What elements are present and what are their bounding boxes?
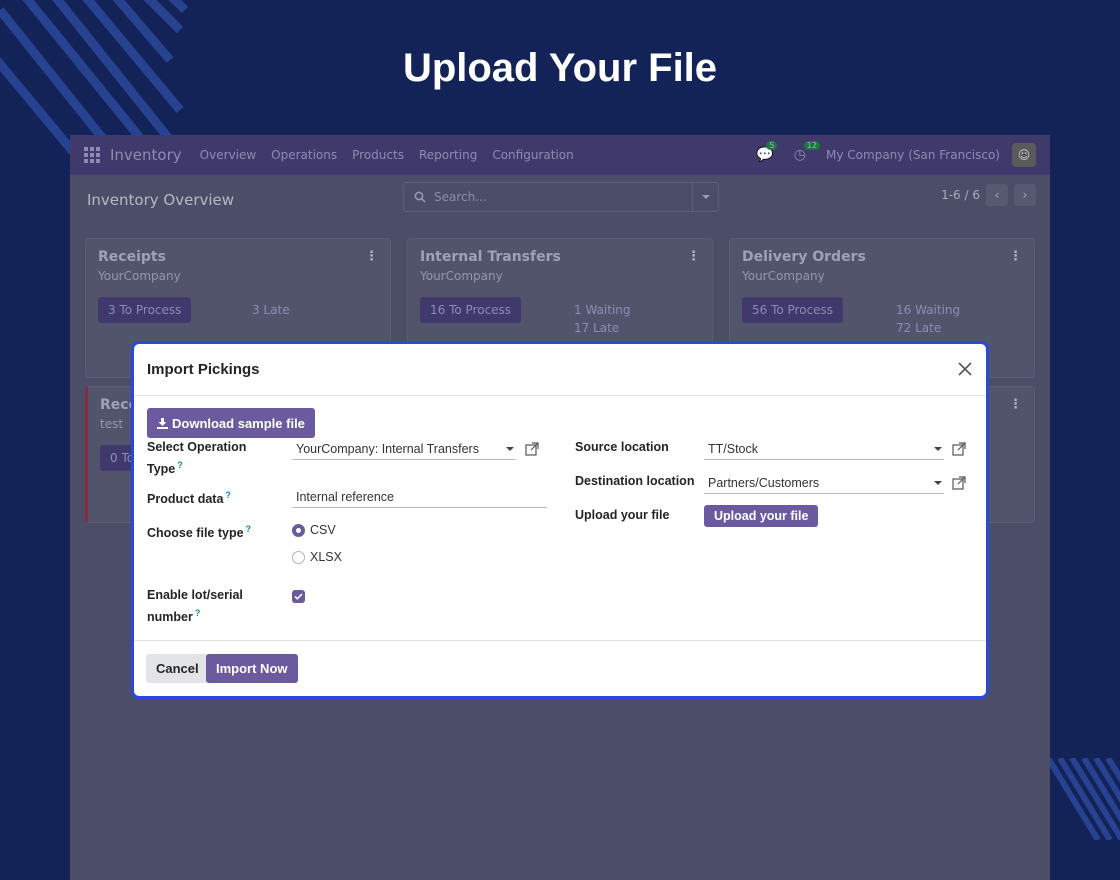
card-title[interactable]: Internal Transfers xyxy=(420,249,700,265)
card-subtitle: YourCompany xyxy=(742,269,825,283)
apps-grid-icon[interactable] xyxy=(84,147,100,163)
chevron-right-icon: › xyxy=(1022,188,1028,202)
card-title[interactable]: Delivery Orders xyxy=(742,249,1022,265)
upload-file-button[interactable]: Upload your file xyxy=(704,505,819,527)
messages-count: 5 xyxy=(766,141,778,150)
search-options-toggle[interactable] xyxy=(692,183,718,211)
upload-file-label: Upload your file xyxy=(575,508,670,522)
file-type-label: Choose file type? xyxy=(147,520,251,542)
activity-clock-icon[interactable]: ◷ 12 xyxy=(794,141,820,163)
destination-location-label: Destination location xyxy=(575,474,695,488)
caret-down-icon xyxy=(506,447,514,451)
pager-next-button[interactable]: › xyxy=(1014,184,1036,206)
operation-type-label: Select Operation Type? xyxy=(147,438,277,478)
pager-prev-button[interactable]: ‹ xyxy=(986,184,1008,206)
kebab-menu-icon[interactable]: ⋮ xyxy=(1009,249,1022,264)
nav-item-configuration[interactable]: Configuration xyxy=(492,148,573,162)
caret-down-icon xyxy=(701,195,710,199)
product-data-text: Product data xyxy=(147,492,224,507)
card-meta-1[interactable]: 16 Waiting xyxy=(896,301,960,319)
modal-footer: Cancel Import Now xyxy=(134,640,986,696)
lot-serial-text: Enable lot/serial number xyxy=(147,588,243,625)
card-subtitle: YourCompany xyxy=(98,269,181,283)
modal-title: Import Pickings xyxy=(147,361,260,378)
help-mark[interactable]: ? xyxy=(246,524,252,534)
external-link-icon[interactable] xyxy=(525,442,539,456)
checkmark-icon xyxy=(294,593,303,600)
import-pickings-dialog: Import Pickings Download sample file Sel… xyxy=(131,341,989,699)
nav-item-overview[interactable]: Overview xyxy=(200,148,257,162)
to-process-button[interactable]: 3 To Process xyxy=(98,297,192,323)
kebab-menu-icon[interactable]: ⋮ xyxy=(1009,397,1022,412)
modal-header: Import Pickings xyxy=(134,344,986,396)
radio-csv[interactable] xyxy=(292,524,305,537)
card-title[interactable]: Receipts xyxy=(98,249,378,265)
breadcrumb: Inventory Overview xyxy=(87,191,235,209)
operation-type-text: Select Operation Type xyxy=(147,440,247,477)
kebab-menu-icon[interactable]: ⋮ xyxy=(365,249,378,264)
search-input[interactable]: Search... xyxy=(403,182,719,212)
nav-item-products[interactable]: Products xyxy=(352,148,404,162)
card-subtitle: YourCompany xyxy=(420,269,503,283)
top-navbar: Inventory Overview Operations Products R… xyxy=(70,135,1050,175)
to-process-button[interactable]: 56 To Process xyxy=(742,297,844,323)
lot-serial-checkbox[interactable] xyxy=(292,590,305,603)
card-meta-1[interactable]: 3 Late xyxy=(252,301,290,319)
product-data-value: Internal reference xyxy=(296,490,394,504)
kebab-menu-icon[interactable]: ⋮ xyxy=(687,249,700,264)
hero-title: Upload Your File xyxy=(402,46,718,90)
card-meta-2[interactable]: 72 Late xyxy=(896,319,960,337)
lot-serial-label: Enable lot/serial number? xyxy=(147,586,262,626)
destination-location-value: Partners/Customers xyxy=(708,476,820,490)
to-process-button[interactable]: 16 To Process xyxy=(420,297,522,323)
help-mark[interactable]: ? xyxy=(225,490,231,500)
source-location-value: TT/Stock xyxy=(708,442,759,456)
help-mark[interactable]: ? xyxy=(177,460,183,470)
search-icon xyxy=(414,191,426,203)
nav-item-operations[interactable]: Operations xyxy=(271,148,337,162)
nav-item-reporting[interactable]: Reporting xyxy=(419,148,477,162)
card-meta: 3 Late xyxy=(252,301,290,319)
control-panel: Inventory Overview Search... 1-6 / 6 ‹ › xyxy=(70,175,1050,225)
cancel-button[interactable]: Cancel xyxy=(146,654,209,683)
messages-icon[interactable]: 💬 5 xyxy=(756,141,778,163)
pager: 1-6 / 6 ‹ › xyxy=(941,184,1036,206)
card-meta: 16 Waiting 72 Late xyxy=(896,301,960,337)
download-sample-label: Download sample file xyxy=(172,415,305,431)
download-sample-button[interactable]: Download sample file xyxy=(147,408,315,438)
company-switcher[interactable]: My Company (San Francisco) xyxy=(826,148,1000,162)
product-data-label: Product data? xyxy=(147,486,231,508)
radio-xlsx[interactable] xyxy=(292,551,305,564)
external-link-icon[interactable] xyxy=(952,442,966,456)
close-icon[interactable] xyxy=(956,360,974,378)
operation-type-select[interactable]: YourCompany: Internal Transfers xyxy=(292,440,516,460)
activities-count: 12 xyxy=(803,141,820,150)
card-meta-1[interactable]: 1 Waiting xyxy=(574,301,631,319)
search-placeholder: Search... xyxy=(434,190,487,204)
source-location-select[interactable]: TT/Stock xyxy=(704,440,944,460)
caret-down-icon xyxy=(934,481,942,485)
card-meta-2[interactable]: 17 Late xyxy=(574,319,631,337)
radio-csv-label[interactable]: CSV xyxy=(310,523,336,537)
avatar[interactable]: ☺ xyxy=(1012,143,1036,167)
file-type-text: Choose file type xyxy=(147,526,244,541)
source-location-label: Source location xyxy=(575,440,669,454)
nav-brand[interactable]: Inventory xyxy=(110,146,182,164)
external-link-icon[interactable] xyxy=(952,476,966,490)
download-icon xyxy=(157,417,168,429)
chevron-left-icon: ‹ xyxy=(994,188,1000,202)
pager-value: 1-6 / 6 xyxy=(941,188,980,202)
card-meta: 1 Waiting 17 Late xyxy=(574,301,631,337)
radio-xlsx-label[interactable]: XLSX xyxy=(310,550,342,564)
product-data-select[interactable]: Internal reference xyxy=(292,488,547,508)
destination-location-select[interactable]: Partners/Customers xyxy=(704,474,944,494)
caret-down-icon xyxy=(934,447,942,451)
operation-type-value: YourCompany: Internal Transfers xyxy=(296,442,479,456)
decorative-stripes-bottom-right xyxy=(1048,758,1120,840)
help-mark[interactable]: ? xyxy=(195,608,201,618)
import-now-button[interactable]: Import Now xyxy=(206,654,298,683)
